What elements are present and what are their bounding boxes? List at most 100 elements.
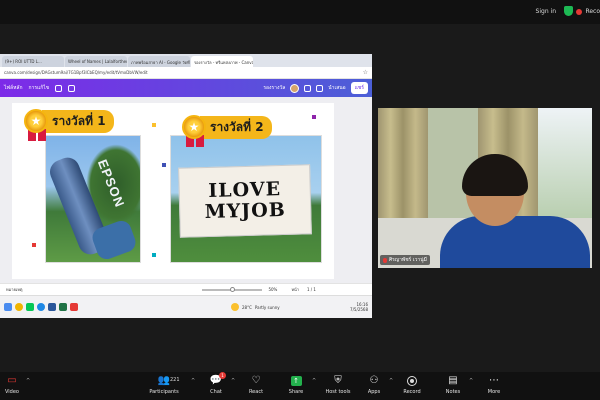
notes-icon: ▤ [448,375,458,386]
ilovemyjob-sign: ILOVE MYJOB [178,164,312,238]
collaborator-avatar[interactable] [290,83,300,93]
weather-icon [231,303,239,311]
chrome-icon[interactable] [15,303,23,311]
participant-name: ศิรญาพัชร์ เวานู่มี [389,257,427,263]
apps-icon: ⚇ [369,375,379,386]
prize-2-photo[interactable]: ILOVE MYJOB [170,135,322,263]
comment-icon[interactable] [316,84,324,92]
notes-options-caret[interactable]: ^ [469,378,473,384]
share-button[interactable]: ↑ Share [276,375,316,395]
weather-widget[interactable]: 28°C Partly sunny [231,303,280,311]
participants-icon: 👥 221 [157,375,180,386]
chat-label: Chat [210,389,222,395]
confetti-decoration [152,253,156,257]
chat-badge: 1 [219,372,226,379]
weather-temp: 28°C [242,304,252,310]
participants-count: 221 [170,377,180,383]
word-icon[interactable] [48,303,56,311]
award-2-label[interactable]: ★ รางวัลที่ 2 [182,115,272,147]
clock[interactable]: 16:16 7/5/2568 [350,302,368,312]
browser-tab-active[interactable]: รองรางวัล - ทรีแหล่งภาพ - Canva [191,56,253,67]
canva-file-menu[interactable]: ไฟล์หลัก [4,84,23,92]
browser-tab[interactable]: ภาพพร้อมสาธา AI - Google วัดที่ [128,56,190,67]
shared-screen: (9+) ROI UTTD L... Wheel of Names | Lala… [0,54,372,318]
participant-video[interactable]: ศิรญาพัชร์ เวานู่มี [378,108,592,268]
weather-desc: Partly sunny [254,304,280,310]
participant-name-tag: ศิรญาพัชร์ เวานู่มี [380,255,430,265]
award-2-text: รางวัลที่ 2 [200,115,272,139]
recording-label: Reco [585,8,600,15]
start-icon[interactable] [4,303,12,311]
meeting-toolbar: ▭ Video ^ 👥 221 Participants ^ 💬 1 Chat ^ … [0,372,600,400]
video-off-icon: ▭ [7,375,17,386]
canva-edit-menu[interactable]: การแก้ไข [29,84,50,92]
canva-canvas-area: EPSON ★ รางวัลที่ 1 ILOVE MYJOB ★ รางวัล… [0,97,372,283]
chat-button[interactable]: 💬 1 Chat [196,372,236,395]
windows-taskbar: 28°C Partly sunny 16:16 7/5/2568 [0,295,372,318]
more-icon: ⋯ [489,375,499,386]
zoom-meeting-window: Sign in Reco (9+) ROI UTTD L... Wheel of… [0,0,600,400]
apps-label: Apps [367,389,381,395]
redo-icon[interactable] [68,84,76,92]
window-shape [538,108,592,218]
react-button[interactable]: ♡ React [236,375,276,395]
share-screen-icon: ↑ [290,375,302,387]
participants-label: Participants [149,389,179,395]
award-1-label[interactable]: ★ รางวัลที่ 1 [24,109,114,141]
canva-share-button[interactable]: แชร์ [350,82,368,94]
confetti-decoration [312,115,316,119]
confetti-decoration [152,123,156,127]
canva-doc-title[interactable]: รองรางวัล [263,84,285,92]
person-body-shape [440,216,590,268]
present-button[interactable]: นำเสนอ [328,84,345,92]
mic-muted-icon [383,257,387,263]
browser-tab[interactable]: Wheel of Names | Lalalfortheu... [65,56,127,67]
zoom-slider[interactable] [202,286,263,292]
browser-tab-strip: (9+) ROI UTTD L... Wheel of Names | Lala… [0,54,372,67]
notes-label: Notes [445,389,461,395]
sign-line-2: MYJOB [204,198,287,224]
app-icon[interactable] [70,303,78,311]
confetti-decoration [32,243,36,247]
heart-icon: ♡ [251,375,261,386]
bookmark-star-icon[interactable]: ☆ [363,69,368,76]
video-label: Video [4,389,19,395]
zoom-percent[interactable]: 50% [268,287,277,292]
recording-dot-icon [576,8,583,15]
undo-icon[interactable] [55,84,63,92]
star-medal-icon: ★ [24,109,48,133]
edge-icon[interactable] [37,303,45,311]
top-bar: Sign in Reco [0,0,600,24]
page-counter: 1 / 1 [306,287,316,292]
canva-toolbar-right: รองรางวัล นำเสนอ แชร์ [263,82,368,94]
zoom-slider-handle[interactable] [230,286,236,292]
line-icon[interactable] [26,303,34,311]
video-options-caret[interactable]: ^ [26,378,30,384]
clock-date: 7/5/2568 [350,307,368,312]
excel-icon[interactable] [59,303,67,311]
chat-options-caret[interactable]: ^ [231,378,235,384]
award-1-text: รางวัลที่ 1 [42,109,114,133]
chart-icon[interactable] [304,84,312,92]
record-icon [406,375,418,387]
browser-tab[interactable]: (9+) ROI UTTD L... [2,56,64,67]
address-bar[interactable]: canva.com/design/DAGstum9ai/7G1Bpf3ICbEQ… [0,67,372,79]
share-options-caret[interactable]: ^ [312,378,316,384]
pages-button[interactable]: หน้า [291,286,299,293]
prize-1-photo[interactable]: EPSON [45,135,141,263]
host-tools-button[interactable]: ⛨ Host tools [318,375,358,395]
notes-button[interactable]: ▤ Notes [433,375,473,395]
security-shield-icon[interactable] [564,6,573,16]
apps-button[interactable]: ⚇ Apps [354,375,394,395]
more-button[interactable]: ⋯ More [474,375,514,395]
recording-indicator[interactable]: Reco [576,8,600,15]
participants-options-caret[interactable]: ^ [191,378,195,384]
share-label: Share [288,389,304,395]
sign-in-link[interactable]: Sign in [536,8,556,15]
slide[interactable]: EPSON ★ รางวัลที่ 1 ILOVE MYJOB ★ รางวัล… [12,103,334,279]
record-button[interactable]: Record [392,375,432,395]
participants-button[interactable]: 👥 221 Participants [144,375,184,395]
chat-icon: 💬 1 [210,372,226,387]
notes-button[interactable]: หมายเหตุ [6,286,22,293]
url-text[interactable]: canva.com/design/DAGstum9ai/7G1Bpf3ICbEQ… [4,70,359,75]
